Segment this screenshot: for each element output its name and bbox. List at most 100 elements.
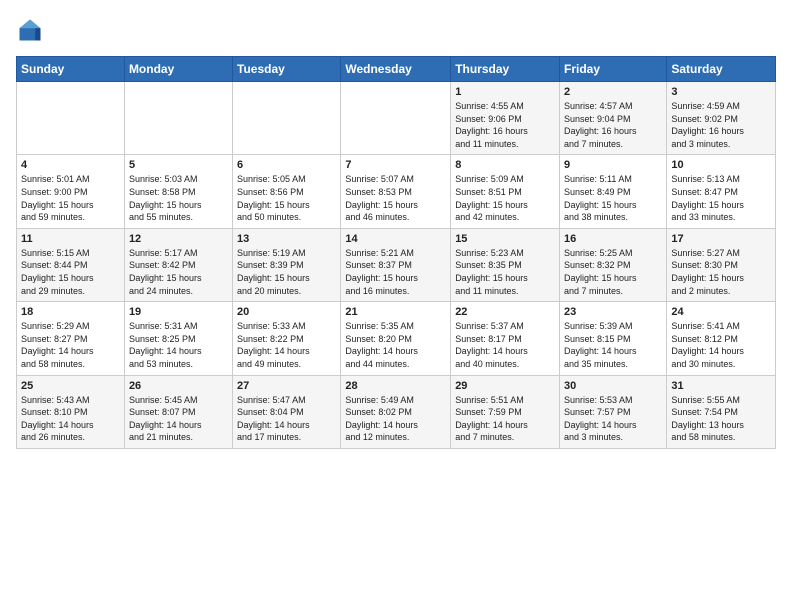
day-info: Sunrise: 5:11 AM Sunset: 8:49 PM Dayligh… xyxy=(564,173,662,223)
calendar-cell: 2 Sunrise: 4:57 AM Sunset: 9:04 PM Daylig… xyxy=(560,82,667,155)
day-info: Sunrise: 4:59 AM Sunset: 9:02 PM Dayligh… xyxy=(671,100,771,150)
day-number: 23 xyxy=(564,306,662,318)
day-header-wednesday: Wednesday xyxy=(341,57,451,82)
calendar-cell: 24 Sunrise: 5:41 AM Sunset: 8:12 PM Dayli… xyxy=(667,302,776,375)
day-info: Sunrise: 5:35 AM Sunset: 8:20 PM Dayligh… xyxy=(345,320,446,370)
calendar-cell: 4 Sunrise: 5:01 AM Sunset: 9:00 PM Daylig… xyxy=(17,155,125,228)
day-number: 26 xyxy=(129,380,228,392)
calendar-cell: 21 Sunrise: 5:35 AM Sunset: 8:20 PM Dayli… xyxy=(341,302,451,375)
calendar-cell: 9 Sunrise: 5:11 AM Sunset: 8:49 PM Daylig… xyxy=(560,155,667,228)
day-info: Sunrise: 4:57 AM Sunset: 9:04 PM Dayligh… xyxy=(564,100,662,150)
calendar-cell: 11 Sunrise: 5:15 AM Sunset: 8:44 PM Dayli… xyxy=(17,228,125,301)
calendar-table: SundayMondayTuesdayWednesdayThursdayFrid… xyxy=(16,56,776,449)
calendar-cell: 19 Sunrise: 5:31 AM Sunset: 8:25 PM Dayli… xyxy=(124,302,232,375)
calendar-cell: 1 Sunrise: 4:55 AM Sunset: 9:06 PM Daylig… xyxy=(451,82,560,155)
day-info: Sunrise: 5:41 AM Sunset: 8:12 PM Dayligh… xyxy=(671,320,771,370)
calendar-cell: 29 Sunrise: 5:51 AM Sunset: 7:59 PM Dayli… xyxy=(451,375,560,448)
day-info: Sunrise: 5:43 AM Sunset: 8:10 PM Dayligh… xyxy=(21,394,120,444)
calendar-week-3: 11 Sunrise: 5:15 AM Sunset: 8:44 PM Dayli… xyxy=(17,228,776,301)
calendar-cell: 13Sunrise: 5:19 AM Sunset: 8:39 PM Dayli… xyxy=(233,228,341,301)
day-info: Sunrise: 5:27 AM Sunset: 8:30 PM Dayligh… xyxy=(671,247,771,297)
day-number: 8 xyxy=(455,159,555,171)
day-number: 24 xyxy=(671,306,771,318)
day-number: 9 xyxy=(564,159,662,171)
calendar-body: 1 Sunrise: 4:55 AM Sunset: 9:06 PM Daylig… xyxy=(17,82,776,449)
day-number: 25 xyxy=(21,380,120,392)
day-number: 17 xyxy=(671,233,771,245)
day-number: 29 xyxy=(455,380,555,392)
calendar-cell: 8 Sunrise: 5:09 AM Sunset: 8:51 PM Daylig… xyxy=(451,155,560,228)
calendar-cell: 6 Sunrise: 5:05 AM Sunset: 8:56 PM Daylig… xyxy=(233,155,341,228)
day-number: 20 xyxy=(237,306,336,318)
day-number: 1 xyxy=(455,86,555,98)
day-header-sunday: Sunday xyxy=(17,57,125,82)
calendar-week-5: 25 Sunrise: 5:43 AM Sunset: 8:10 PM Dayli… xyxy=(17,375,776,448)
day-info: Sunrise: 5:33 AM Sunset: 8:22 PM Dayligh… xyxy=(237,320,336,370)
day-info: Sunrise: 5:47 AM Sunset: 8:04 PM Dayligh… xyxy=(237,394,336,444)
logo xyxy=(16,16,48,44)
calendar-cell: 10 Sunrise: 5:13 AM Sunset: 8:47 PM Dayli… xyxy=(667,155,776,228)
day-info: Sunrise: 5:39 AM Sunset: 8:15 PM Dayligh… xyxy=(564,320,662,370)
calendar-cell: 26Sunrise: 5:45 AM Sunset: 8:07 PM Dayli… xyxy=(124,375,232,448)
calendar-week-2: 4 Sunrise: 5:01 AM Sunset: 9:00 PM Daylig… xyxy=(17,155,776,228)
day-info: Sunrise: 5:09 AM Sunset: 8:51 PM Dayligh… xyxy=(455,173,555,223)
day-number: 2 xyxy=(564,86,662,98)
day-info: Sunrise: 5:03 AM Sunset: 8:58 PM Dayligh… xyxy=(129,173,228,223)
calendar-header: SundayMondayTuesdayWednesdayThursdayFrid… xyxy=(17,57,776,82)
day-number: 19 xyxy=(129,306,228,318)
calendar-cell: 30 Sunrise: 5:53 AM Sunset: 7:57 PM Dayli… xyxy=(560,375,667,448)
day-number: 6 xyxy=(237,159,336,171)
day-info: Sunrise: 5:49 AM Sunset: 8:02 PM Dayligh… xyxy=(345,394,446,444)
calendar-cell: 31Sunrise: 5:55 AM Sunset: 7:54 PM Dayli… xyxy=(667,375,776,448)
day-number: 14 xyxy=(345,233,446,245)
day-info: Sunrise: 5:21 AM Sunset: 8:37 PM Dayligh… xyxy=(345,247,446,297)
calendar-cell: 25 Sunrise: 5:43 AM Sunset: 8:10 PM Dayli… xyxy=(17,375,125,448)
day-info: Sunrise: 5:37 AM Sunset: 8:17 PM Dayligh… xyxy=(455,320,555,370)
day-info: Sunrise: 5:15 AM Sunset: 8:44 PM Dayligh… xyxy=(21,247,120,297)
day-number: 7 xyxy=(345,159,446,171)
calendar-cell: 16Sunrise: 5:25 AM Sunset: 8:32 PM Dayli… xyxy=(560,228,667,301)
calendar-cell xyxy=(233,82,341,155)
day-number: 5 xyxy=(129,159,228,171)
day-info: Sunrise: 5:07 AM Sunset: 8:53 PM Dayligh… xyxy=(345,173,446,223)
calendar-cell: 5 Sunrise: 5:03 AM Sunset: 8:58 PM Daylig… xyxy=(124,155,232,228)
day-number: 21 xyxy=(345,306,446,318)
calendar-week-4: 18Sunrise: 5:29 AM Sunset: 8:27 PM Dayli… xyxy=(17,302,776,375)
day-header-monday: Monday xyxy=(124,57,232,82)
day-info: Sunrise: 4:55 AM Sunset: 9:06 PM Dayligh… xyxy=(455,100,555,150)
day-number: 3 xyxy=(671,86,771,98)
calendar-cell: 23 Sunrise: 5:39 AM Sunset: 8:15 PM Dayli… xyxy=(560,302,667,375)
calendar-cell: 22 Sunrise: 5:37 AM Sunset: 8:17 PM Dayli… xyxy=(451,302,560,375)
calendar-cell: 14 Sunrise: 5:21 AM Sunset: 8:37 PM Dayli… xyxy=(341,228,451,301)
days-of-week-row: SundayMondayTuesdayWednesdayThursdayFrid… xyxy=(17,57,776,82)
calendar-cell: 18Sunrise: 5:29 AM Sunset: 8:27 PM Dayli… xyxy=(17,302,125,375)
day-number: 11 xyxy=(21,233,120,245)
day-info: Sunrise: 5:53 AM Sunset: 7:57 PM Dayligh… xyxy=(564,394,662,444)
day-number: 30 xyxy=(564,380,662,392)
day-header-friday: Friday xyxy=(560,57,667,82)
day-number: 15 xyxy=(455,233,555,245)
day-info: Sunrise: 5:31 AM Sunset: 8:25 PM Dayligh… xyxy=(129,320,228,370)
logo-icon xyxy=(16,16,44,44)
day-header-thursday: Thursday xyxy=(451,57,560,82)
day-info: Sunrise: 5:51 AM Sunset: 7:59 PM Dayligh… xyxy=(455,394,555,444)
day-number: 28 xyxy=(345,380,446,392)
day-number: 31 xyxy=(671,380,771,392)
day-info: Sunrise: 5:23 AM Sunset: 8:35 PM Dayligh… xyxy=(455,247,555,297)
calendar-cell: 7 Sunrise: 5:07 AM Sunset: 8:53 PM Daylig… xyxy=(341,155,451,228)
calendar-cell: 27 Sunrise: 5:47 AM Sunset: 8:04 PM Dayli… xyxy=(233,375,341,448)
day-info: Sunrise: 5:05 AM Sunset: 8:56 PM Dayligh… xyxy=(237,173,336,223)
day-header-saturday: Saturday xyxy=(667,57,776,82)
calendar-week-1: 1 Sunrise: 4:55 AM Sunset: 9:06 PM Daylig… xyxy=(17,82,776,155)
calendar-cell: 3 Sunrise: 4:59 AM Sunset: 9:02 PM Daylig… xyxy=(667,82,776,155)
day-number: 10 xyxy=(671,159,771,171)
day-number: 4 xyxy=(21,159,120,171)
day-info: Sunrise: 5:13 AM Sunset: 8:47 PM Dayligh… xyxy=(671,173,771,223)
day-info: Sunrise: 5:01 AM Sunset: 9:00 PM Dayligh… xyxy=(21,173,120,223)
day-info: Sunrise: 5:29 AM Sunset: 8:27 PM Dayligh… xyxy=(21,320,120,370)
calendar-cell: 15 Sunrise: 5:23 AM Sunset: 8:35 PM Dayli… xyxy=(451,228,560,301)
calendar-cell: 17 Sunrise: 5:27 AM Sunset: 8:30 PM Dayli… xyxy=(667,228,776,301)
day-number: 22 xyxy=(455,306,555,318)
day-number: 27 xyxy=(237,380,336,392)
calendar-cell: 12Sunrise: 5:17 AM Sunset: 8:42 PM Dayli… xyxy=(124,228,232,301)
